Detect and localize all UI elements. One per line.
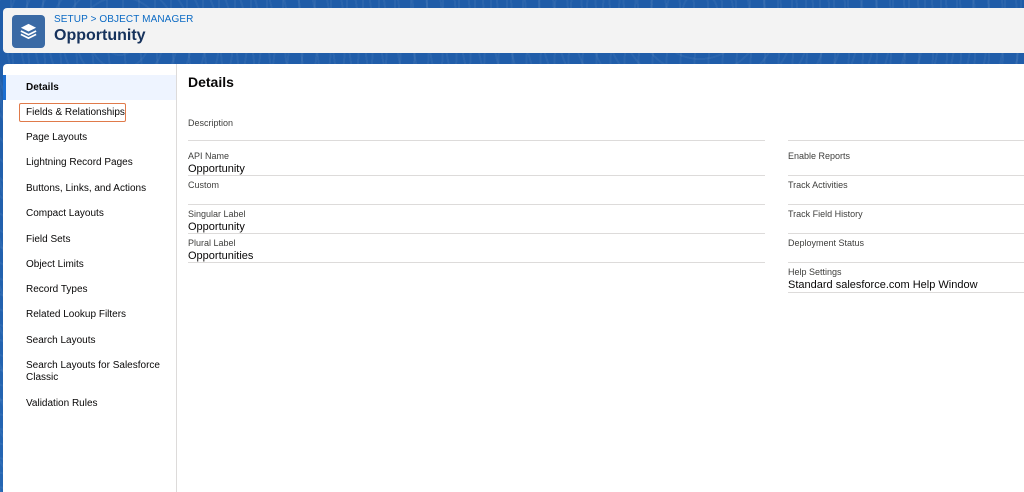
sidebar-item-fields-relationships[interactable]: Fields & Relationships xyxy=(3,107,176,119)
plural-label-value: Opportunities xyxy=(188,250,254,262)
sidebar-item-validation-rules[interactable]: Validation Rules xyxy=(3,398,176,410)
sidebar-item-lightning-record-pages[interactable]: Lightning Record Pages xyxy=(3,157,176,169)
sidebar-nav: Details Fields & Relationships Page Layo… xyxy=(3,64,177,492)
help-settings-value: Standard salesforce.com Help Window xyxy=(788,279,978,291)
divider xyxy=(788,233,1024,234)
enable-reports-label: Enable Reports xyxy=(788,151,851,161)
divider xyxy=(788,140,1024,141)
divider xyxy=(188,140,765,141)
breadcrumb-separator: > xyxy=(90,14,97,25)
divider xyxy=(788,292,1024,293)
sidebar-item-search-layouts[interactable]: Search Layouts xyxy=(3,335,176,347)
sidebar-item-object-limits[interactable]: Object Limits xyxy=(3,259,176,271)
breadcrumb-object-manager-link[interactable]: OBJECT MANAGER xyxy=(99,14,193,25)
api-name-label: API Name xyxy=(188,151,230,161)
divider xyxy=(788,204,1024,205)
singular-label-value: Opportunity xyxy=(188,221,245,233)
divider xyxy=(188,204,765,205)
description-label: Description xyxy=(188,118,234,128)
singular-label-label: Singular Label xyxy=(188,209,246,219)
sidebar-item-buttons-links-actions[interactable]: Buttons, Links, and Actions xyxy=(3,183,176,195)
sidebar-item-details[interactable]: Details xyxy=(3,75,176,100)
breadcrumb-setup-link[interactable]: SETUP xyxy=(54,14,88,25)
sidebar-item-record-types[interactable]: Record Types xyxy=(3,284,176,296)
sidebar-item-field-sets[interactable]: Field Sets xyxy=(3,234,176,246)
sidebar-item-related-lookup-filters[interactable]: Related Lookup Filters xyxy=(3,309,176,321)
track-activities-label: Track Activities xyxy=(788,180,848,190)
sidebar-item-search-layouts-classic[interactable]: Search Layouts for Salesforce Classic xyxy=(3,360,163,384)
custom-label: Custom xyxy=(188,180,220,190)
object-header: SETUP > OBJECT MANAGER Opportunity xyxy=(3,8,1024,53)
api-name-value: Opportunity xyxy=(188,163,245,175)
track-field-history-label: Track Field History xyxy=(788,209,863,219)
divider xyxy=(188,262,765,263)
layers-icon xyxy=(12,15,45,48)
divider xyxy=(188,233,765,234)
divider xyxy=(788,262,1024,263)
main-content: Details Fields & Relationships Page Layo… xyxy=(3,64,1024,492)
details-heading: Details xyxy=(188,74,234,90)
deployment-status-label: Deployment Status xyxy=(788,238,865,248)
sidebar-item-page-layouts[interactable]: Page Layouts xyxy=(3,132,176,144)
plural-label-label: Plural Label xyxy=(188,238,236,248)
divider xyxy=(788,175,1024,176)
breadcrumb: SETUP > OBJECT MANAGER xyxy=(54,14,193,25)
divider xyxy=(188,175,765,176)
help-settings-label: Help Settings xyxy=(788,267,842,277)
page-title: Opportunity xyxy=(54,27,146,44)
sidebar-item-compact-layouts[interactable]: Compact Layouts xyxy=(3,208,176,220)
